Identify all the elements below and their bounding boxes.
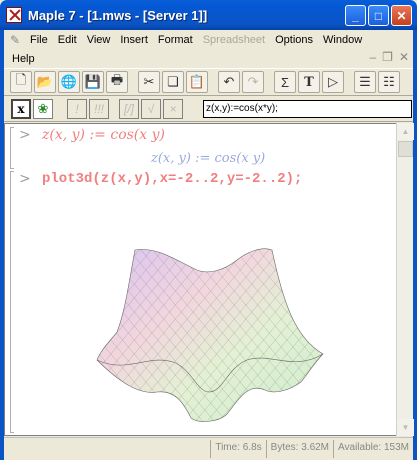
exec-group-bracket-2[interactable]: [10, 171, 14, 433]
command-input[interactable]: [203, 99, 412, 118]
prompt-2: >: [19, 171, 31, 187]
title-bar: Maple 7 - [1.mws - [Server 1]] _ □ ✕: [0, 0, 417, 30]
output-line-1: z(x, y) := cos(x y): [151, 151, 266, 166]
status-bar: Time: 6.8s Bytes: 3.62M Available: 153M: [4, 437, 413, 460]
context-toolbar: x ❀ ! !!! [/] √ ×: [4, 96, 413, 122]
surface-shape: [96, 248, 324, 422]
window-title: Maple 7 - [1.mws - [Server 1]]: [28, 7, 208, 23]
menu-view[interactable]: View: [83, 34, 117, 46]
execute-all-button[interactable]: !!!: [89, 98, 109, 119]
prompt-1: >: [19, 127, 31, 143]
remove-group-icon[interactable]: ☷: [378, 71, 400, 93]
new-file-icon[interactable]: 🗋: [10, 71, 32, 93]
insert-group-icon[interactable]: ☰: [354, 71, 376, 93]
plot3d-surface[interactable]: [87, 242, 332, 427]
save-icon[interactable]: 💾: [82, 71, 104, 93]
scroll-thumb[interactable]: [398, 141, 413, 157]
open-url-icon[interactable]: 🌐: [58, 71, 80, 93]
execute-line-button[interactable]: !: [67, 98, 87, 119]
vertical-scrollbar[interactable]: ▲ ▼: [396, 123, 414, 436]
menu-insert[interactable]: Insert: [116, 34, 154, 46]
main-toolbar: 🗋 📂 🌐 💾 🖶 ✂ ❏ 📋 ↶ ↷ Σ T ▷ ☰ ☷: [4, 68, 413, 96]
worksheet[interactable]: > z(x, y) := cos(x y) z(x, y) := cos(x y…: [4, 123, 413, 436]
menu-spreadsheet[interactable]: Spreadsheet: [199, 34, 271, 46]
input-line-2[interactable]: plot3d(z(x,y),x=-2..2,y=-2..2);: [42, 171, 302, 187]
input-line-1[interactable]: z(x, y) := cos(x y): [42, 127, 165, 143]
doc-restore-icon[interactable]: ❐: [382, 50, 393, 64]
menu-options[interactable]: Options: [271, 34, 319, 46]
close-button[interactable]: ✕: [391, 5, 412, 26]
menu-help[interactable]: Help: [8, 53, 41, 65]
menu-bar: ✎ File Edit View Insert Format Spreadshe…: [4, 30, 413, 68]
doc-close-icon[interactable]: ✕: [399, 50, 409, 64]
sum-icon[interactable]: Σ: [274, 71, 296, 93]
doc-minimize-icon[interactable]: –: [369, 50, 376, 64]
copy-icon[interactable]: ❏: [162, 71, 184, 93]
minimize-button[interactable]: _: [345, 5, 366, 26]
status-available: Available: 153M: [333, 440, 413, 458]
cancel-button[interactable]: ×: [163, 98, 183, 119]
menu-file[interactable]: File: [26, 34, 54, 46]
menu-format[interactable]: Format: [154, 34, 199, 46]
execute-icon[interactable]: ▷: [322, 71, 344, 93]
menu-edit[interactable]: Edit: [54, 34, 83, 46]
cut-icon[interactable]: ✂: [138, 71, 160, 93]
status-time: Time: 6.8s: [210, 440, 265, 458]
fraction-button[interactable]: [/]: [119, 98, 139, 119]
scroll-down-icon[interactable]: ▼: [397, 419, 414, 436]
print-icon[interactable]: 🖶: [106, 71, 128, 93]
maple-app-icon[interactable]: [6, 7, 22, 23]
status-bytes: Bytes: 3.62M: [265, 440, 333, 458]
paste-icon[interactable]: 📋: [186, 71, 208, 93]
window-frame-right: [413, 30, 417, 460]
open-folder-icon[interactable]: 📂: [34, 71, 56, 93]
redo-icon[interactable]: ↷: [242, 71, 264, 93]
exec-group-bracket[interactable]: [10, 127, 14, 169]
scroll-up-icon[interactable]: ▲: [397, 123, 414, 140]
undo-icon[interactable]: ↶: [218, 71, 240, 93]
math-mode-button[interactable]: x: [11, 98, 31, 119]
text-icon[interactable]: T: [298, 71, 320, 93]
menu-window[interactable]: Window: [319, 34, 368, 46]
maximize-button[interactable]: □: [368, 5, 389, 26]
accept-button[interactable]: √: [141, 98, 161, 119]
maple-leaf-icon[interactable]: ❀: [33, 98, 53, 119]
document-icon[interactable]: ✎: [8, 33, 22, 47]
